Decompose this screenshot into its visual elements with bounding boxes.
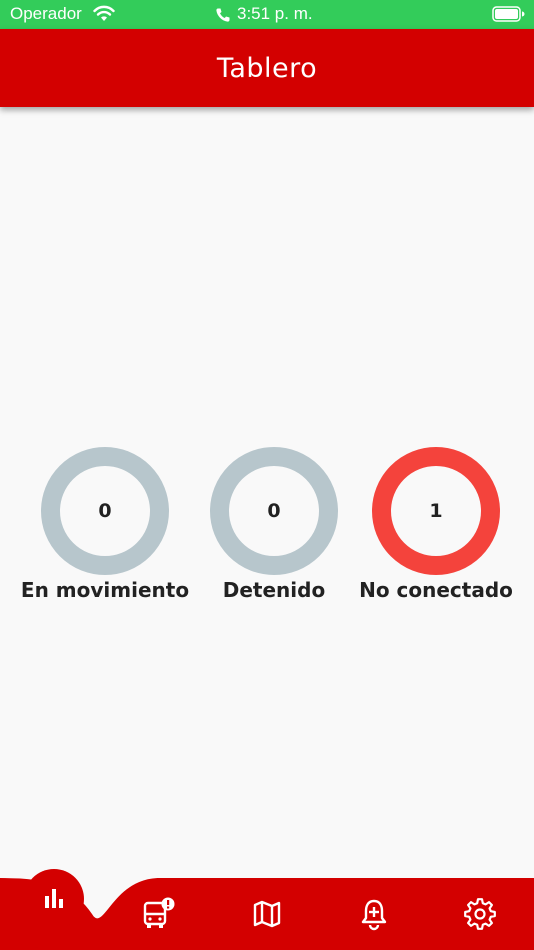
status-bar: Operador 3:51 p. m. — [0, 0, 534, 29]
status-time: 3:51 p. m. — [237, 4, 313, 23]
carrier-name: Operador — [10, 4, 82, 23]
status-ring: 0 — [41, 447, 169, 575]
nav-bus-alerts-button[interactable] — [140, 896, 176, 932]
bus-alert-icon — [143, 897, 175, 928]
stat-not-connected[interactable]: 1 No conectado — [336, 447, 534, 602]
nav-settings-button[interactable] — [462, 896, 498, 932]
gear-icon — [464, 898, 496, 930]
nav-notifications-button[interactable] — [356, 896, 392, 932]
stat-count: 0 — [98, 500, 112, 522]
app-header: Tablero — [0, 29, 534, 107]
page-title: Tablero — [216, 52, 318, 84]
stat-count: 0 — [267, 500, 281, 522]
map-icon — [253, 900, 281, 928]
status-ring: 1 — [372, 447, 500, 575]
battery-icon — [492, 6, 525, 22]
nav-map-button[interactable] — [249, 896, 285, 932]
wifi-icon — [93, 5, 115, 21]
bell-plus-icon — [361, 899, 387, 931]
nav-dashboard-button[interactable] — [24, 869, 84, 929]
stat-count: 1 — [429, 500, 443, 522]
status-ring: 0 — [210, 447, 338, 575]
phone-icon — [216, 8, 230, 22]
bar-chart-icon — [45, 889, 63, 908]
stat-label: No conectado — [359, 578, 513, 602]
